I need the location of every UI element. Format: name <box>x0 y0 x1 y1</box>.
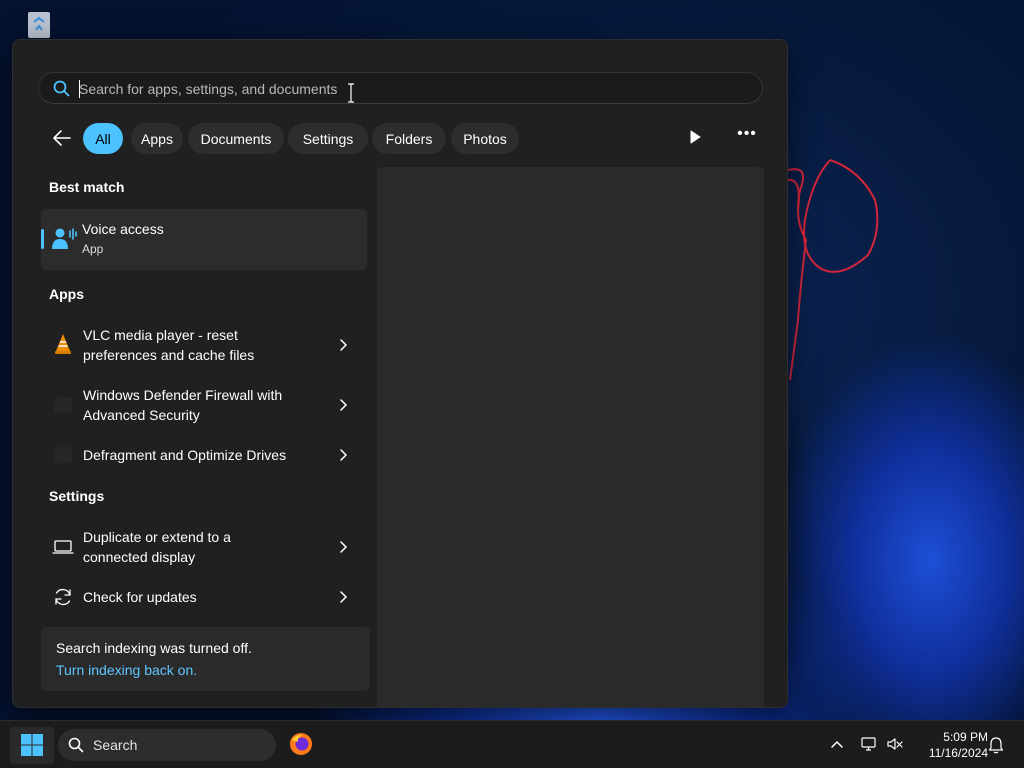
firewall-icon <box>54 397 72 413</box>
clock-time: 5:09 PM <box>943 730 988 744</box>
section-title-apps: Apps <box>49 286 84 302</box>
filter-chip-documents[interactable]: Documents <box>188 123 284 154</box>
settings-result-line2: connected display <box>83 549 196 565</box>
chevron-up-icon[interactable] <box>829 737 845 751</box>
search-icon <box>53 80 70 97</box>
filter-bar: All Apps Documents Settings Folders Phot… <box>45 121 765 155</box>
text-caret <box>79 80 80 98</box>
volume-muted-icon[interactable] <box>886 735 904 753</box>
refresh-icon <box>55 589 71 605</box>
laptop-display-icon <box>52 540 74 554</box>
chevron-right-icon[interactable] <box>337 590 349 604</box>
app-result-line2: preferences and cache files <box>83 347 255 363</box>
turn-indexing-on-link[interactable]: Turn indexing back on. <box>56 662 197 678</box>
start-search-panel: All Apps Documents Settings Folders Phot… <box>12 39 788 708</box>
windows-logo-icon <box>21 734 43 756</box>
back-arrow-icon[interactable] <box>49 125 75 151</box>
notification-bell-icon[interactable] <box>988 736 1004 754</box>
clock[interactable]: 5:09 PM 11/16/2024 <box>912 729 988 761</box>
recycle-bin-icon[interactable] <box>22 10 56 40</box>
best-match-item[interactable]: Voice access App <box>41 209 367 270</box>
app-result-line2: Advanced Security <box>83 407 200 423</box>
preview-pane <box>377 167 764 707</box>
search-icon <box>68 737 84 753</box>
firefox-icon[interactable] <box>288 731 314 757</box>
clock-date: 11/16/2024 <box>928 746 988 760</box>
section-title-best-match: Best match <box>49 179 125 195</box>
play-icon[interactable] <box>685 127 705 147</box>
best-match-type: App <box>82 242 104 256</box>
filter-chip-apps[interactable]: Apps <box>131 123 183 154</box>
filter-chip-all[interactable]: All <box>83 123 123 154</box>
red-scribble-drawing <box>787 159 879 381</box>
defrag-icon <box>54 447 72 463</box>
taskbar-search-label: Search <box>93 737 138 753</box>
section-title-settings: Settings <box>49 488 105 504</box>
app-result-firewall[interactable]: Windows Defender Firewall with Advanced … <box>41 377 367 433</box>
search-input[interactable] <box>79 77 739 101</box>
app-result-defrag[interactable]: Defragment and Optimize Drives <box>41 437 367 473</box>
start-button[interactable] <box>10 727 54 764</box>
filter-chip-settings[interactable]: Settings <box>288 123 368 154</box>
settings-result-updates[interactable]: Check for updates <box>41 579 367 615</box>
best-match-name: Voice access <box>82 221 164 237</box>
vlc-cone-icon <box>55 334 71 354</box>
ibeam-cursor-icon <box>348 83 354 103</box>
settings-result-line1: Duplicate or extend to a <box>83 529 231 545</box>
chevron-right-icon[interactable] <box>337 448 349 462</box>
chevron-right-icon[interactable] <box>337 540 349 554</box>
network-icon[interactable] <box>860 735 878 753</box>
filter-chip-folders[interactable]: Folders <box>372 123 446 154</box>
app-result-line1: VLC media player - reset <box>83 327 238 343</box>
taskbar: Search 5:09 PM 11/16/2024 <box>0 720 1024 768</box>
voice-access-icon <box>52 228 77 249</box>
app-result-line1: Windows Defender Firewall with <box>83 387 283 403</box>
search-box[interactable] <box>38 72 763 104</box>
chevron-right-icon[interactable] <box>337 398 349 412</box>
filter-chip-photos[interactable]: Photos <box>451 123 519 154</box>
more-options-icon[interactable]: ••• <box>735 126 759 147</box>
app-result-line1: Defragment and Optimize Drives <box>83 447 287 463</box>
indexing-notice: Search indexing was turned off. Turn ind… <box>41 627 370 691</box>
settings-result-display[interactable]: Duplicate or extend to a connected displ… <box>41 519 367 575</box>
app-result-vlc[interactable]: VLC media player - reset preferences and… <box>41 317 367 373</box>
indexing-message: Search indexing was turned off. <box>56 640 252 656</box>
chevron-right-icon[interactable] <box>337 338 349 352</box>
settings-result-line1: Check for updates <box>83 589 197 605</box>
taskbar-search[interactable]: Search <box>58 729 276 761</box>
selection-indicator <box>41 229 44 249</box>
